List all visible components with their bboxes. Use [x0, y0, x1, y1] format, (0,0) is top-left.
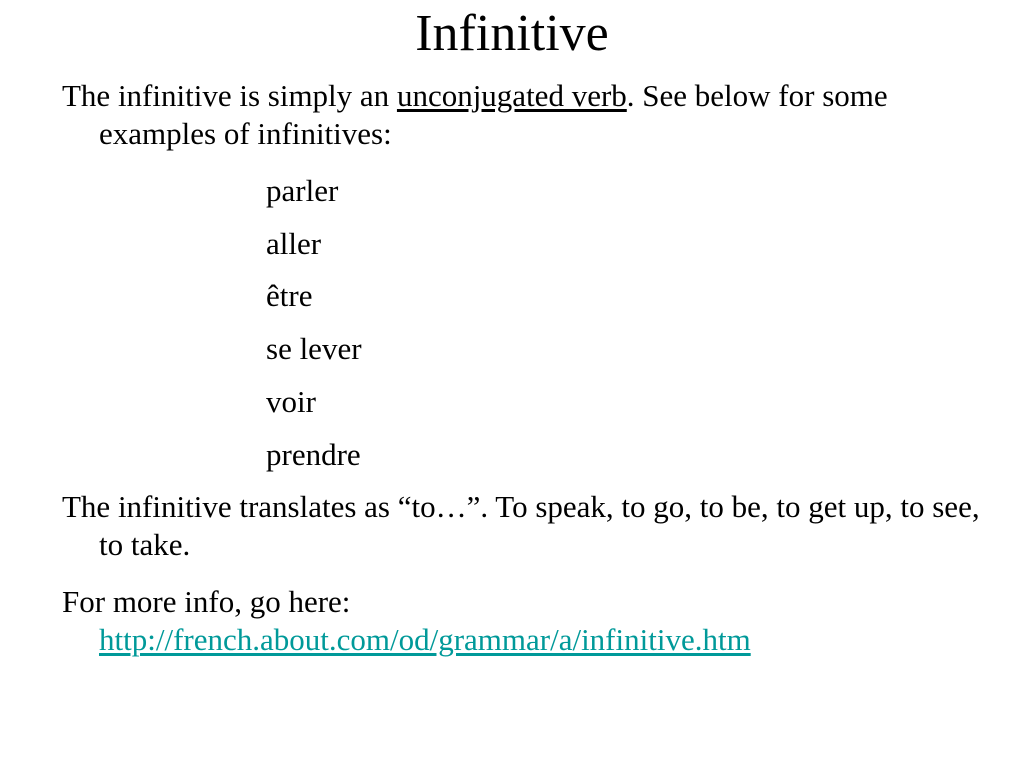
- slide-title: Infinitive: [415, 5, 609, 62]
- translation-paragraph: The infinitive translates as “to…”. To s…: [62, 489, 980, 562]
- more-info-paragraph: For more info, go here: http://french.ab…: [62, 583, 999, 659]
- example-infinitive: voir: [266, 384, 316, 419]
- example-infinitive: parler: [266, 173, 339, 208]
- unconjugated-verb-term: unconjugated verb: [396, 78, 627, 113]
- more-info-link[interactable]: http://french.about.com/od/grammar/a/inf…: [99, 622, 751, 657]
- example-infinitive: prendre: [266, 437, 361, 472]
- example-infinitive: aller: [266, 226, 322, 261]
- more-info-text: For more info, go here:: [62, 584, 351, 619]
- example-infinitive: être: [266, 278, 313, 313]
- definition-text: The infinitive is simply an: [62, 78, 397, 113]
- example-infinitive: se lever: [266, 331, 362, 366]
- definition-paragraph: The infinitive is simply an unconjugated…: [62, 77, 999, 153]
